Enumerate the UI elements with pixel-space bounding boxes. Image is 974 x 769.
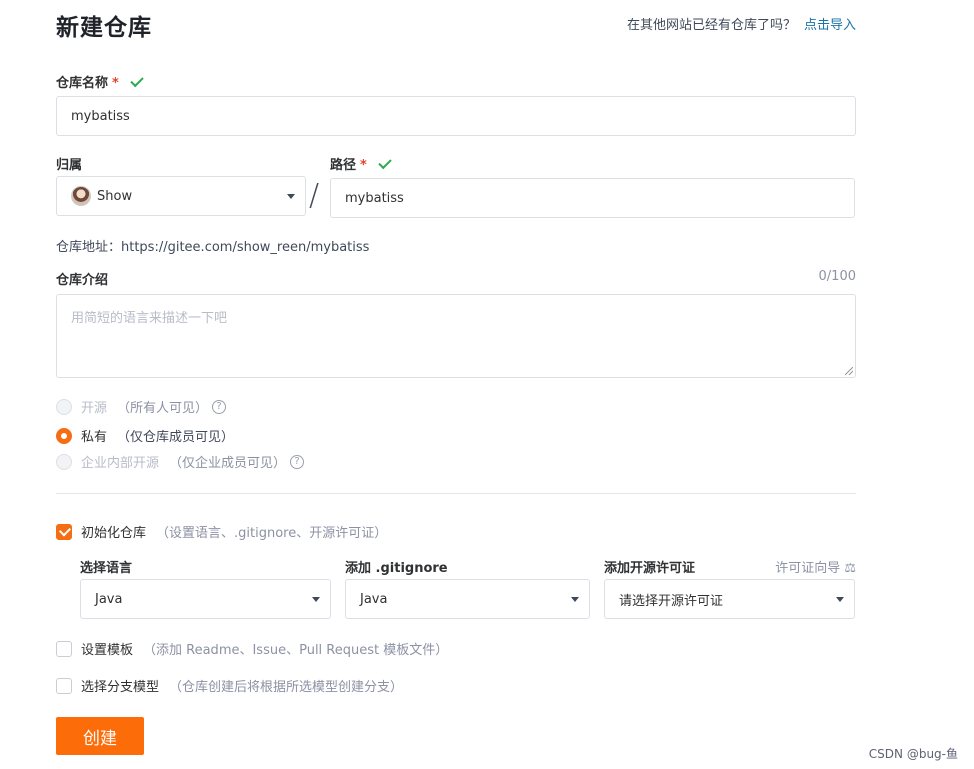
license-value: 请选择开源许可证: [619, 593, 724, 609]
repo-name-input[interactable]: mybatiss: [56, 96, 856, 136]
template-checkbox-row[interactable]: 设置模板 （添加 Readme、Issue、Pull Request 模板文件）: [56, 639, 448, 658]
option-label: 开源: [81, 401, 108, 416]
gitignore-select[interactable]: Java: [345, 579, 590, 619]
avatar: [71, 186, 91, 206]
owner-label: 归属: [56, 158, 83, 173]
help-icon[interactable]: ?: [212, 399, 227, 414]
import-hint: 在其他网站已经有仓库了吗？ 点击导入: [627, 14, 856, 33]
init-repo-desc: （设置语言、.gitignore、开源许可证）: [156, 526, 388, 541]
resize-handle-icon[interactable]: [845, 367, 853, 375]
branch-model-label: 选择分支模型: [81, 680, 160, 695]
watermark: CSDN @bug-鱼: [868, 747, 958, 761]
required-mark: *: [112, 76, 119, 91]
option-label: 私有: [81, 430, 108, 445]
gitignore-label: 添加 .gitignore: [345, 561, 448, 576]
path-separator: /: [309, 178, 320, 213]
valid-check-icon: [130, 73, 144, 88]
valid-check-icon: [378, 155, 392, 170]
language-label: 选择语言: [80, 561, 133, 576]
path-input[interactable]: mybatiss: [330, 178, 855, 218]
visibility-option-enterprise[interactable]: 企业内部开源 （仅企业成员可见） ?: [56, 452, 305, 471]
language-value: Java: [95, 591, 123, 607]
description-textarea[interactable]: 用简短的语言来描述一下吧: [56, 294, 856, 378]
option-desc: （仅仓库成员可见）: [117, 430, 235, 445]
required-mark: *: [360, 158, 367, 173]
scale-icon: ⚖: [844, 561, 856, 576]
page-title: 新建仓库: [56, 15, 152, 41]
branch-model-checkbox-row[interactable]: 选择分支模型 （仓库创建后将根据所选模型创建分支）: [56, 676, 403, 695]
char-counter: 0/100: [818, 269, 856, 284]
branch-model-desc: （仓库创建后将根据所选模型创建分支）: [169, 680, 404, 695]
divider: [56, 493, 856, 494]
repo-address: 仓库地址：https://gitee.com/show_reen/mybatis…: [56, 240, 370, 255]
branch-model-checkbox[interactable]: [56, 677, 72, 694]
init-repo-checkbox-row[interactable]: 初始化仓库 （设置语言、.gitignore、开源许可证）: [56, 522, 387, 541]
description-placeholder: 用简短的语言来描述一下吧: [71, 311, 228, 326]
import-link[interactable]: 点击导入: [804, 18, 856, 33]
radio-button[interactable]: [56, 398, 72, 415]
chevron-down-icon: [312, 597, 320, 602]
license-select[interactable]: 请选择开源许可证: [604, 579, 855, 619]
visibility-option-private[interactable]: 私有 （仅仓库成员可见）: [56, 426, 234, 445]
init-repo-label: 初始化仓库: [81, 526, 147, 541]
radio-button[interactable]: [56, 453, 72, 470]
repo-name-label-text: 仓库名称: [56, 76, 109, 91]
license-guide-link[interactable]: 许可证向导 ⚖: [775, 557, 856, 576]
chevron-down-icon: [287, 194, 295, 199]
license-label: 添加开源许可证: [604, 561, 696, 576]
chevron-down-icon: [836, 597, 844, 602]
template-checkbox[interactable]: [56, 640, 72, 657]
owner-value: Show: [97, 188, 133, 204]
init-repo-checkbox[interactable]: [56, 523, 72, 540]
create-button[interactable]: 创建: [56, 717, 144, 755]
option-desc: （所有人可见）: [117, 401, 209, 416]
license-guide-text: 许可证向导: [775, 561, 841, 576]
help-icon[interactable]: ?: [290, 454, 305, 469]
language-select[interactable]: Java: [80, 579, 331, 619]
path-label: 路径 *: [330, 154, 392, 173]
repo-name-label: 仓库名称 *: [56, 72, 144, 91]
gitignore-value: Java: [360, 591, 388, 607]
option-desc: （仅企业成员可见）: [169, 456, 287, 471]
option-label: 企业内部开源: [81, 456, 160, 471]
import-hint-text: 在其他网站已经有仓库了吗？: [626, 18, 796, 33]
path-label-text: 路径: [330, 158, 357, 173]
template-label: 设置模板: [81, 643, 134, 658]
description-label: 仓库介绍: [56, 273, 109, 288]
template-desc: （添加 Readme、Issue、Pull Request 模板文件）: [143, 643, 449, 658]
owner-select[interactable]: Show: [56, 176, 306, 216]
visibility-option-public[interactable]: 开源 （所有人可见） ?: [56, 397, 227, 416]
chevron-down-icon: [571, 597, 579, 602]
radio-button[interactable]: [56, 427, 72, 444]
